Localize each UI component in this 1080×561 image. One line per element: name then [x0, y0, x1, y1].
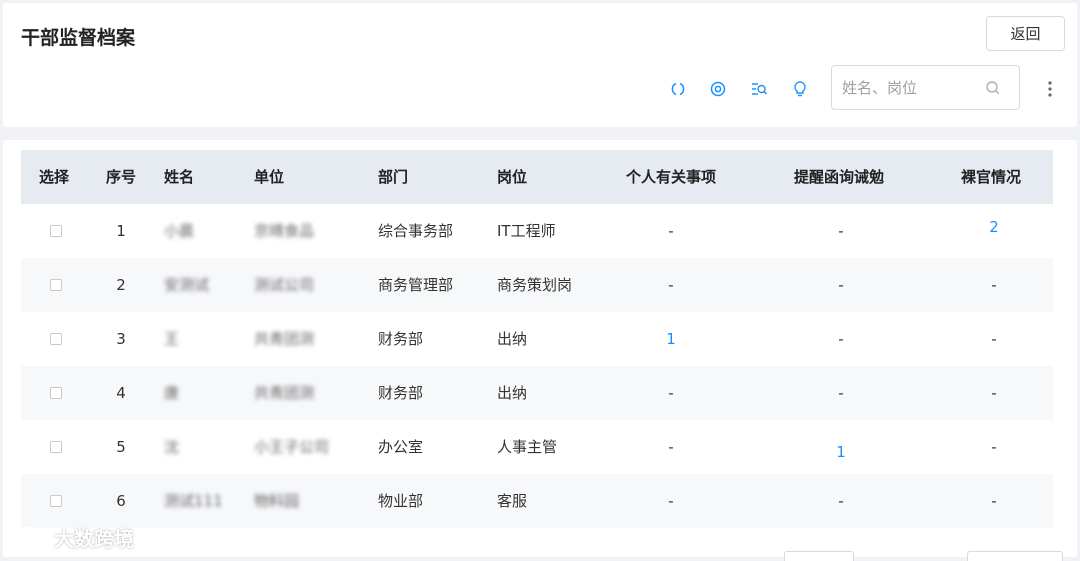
search-box	[831, 65, 1020, 110]
row-dept: 商务管理部	[378, 276, 454, 294]
row-post: 客服	[497, 492, 528, 510]
header-card: 干部监督档案 返回	[3, 3, 1077, 127]
row-naked-official: -	[991, 492, 997, 510]
table-row[interactable]: 5 沈 小王子公司 办公室 人事主管 - 1 -	[21, 420, 1053, 474]
row-personal-matters: -	[668, 222, 674, 240]
column-header-post: 岗位	[497, 168, 528, 186]
row-unit: 物料园	[254, 492, 300, 510]
row-dept: 财务部	[378, 384, 424, 402]
column-header-naked-official: 裸官情况	[961, 168, 1022, 186]
row-personal-matters: -	[668, 492, 674, 510]
watermark: 大数跨境	[8, 522, 134, 552]
row-index: 2	[116, 276, 126, 294]
row-reminder: -	[838, 492, 844, 510]
row-unit: 测试公司	[254, 276, 315, 294]
row-index: 6	[116, 492, 126, 510]
records-table: 选择 序号 姓名 单位 部门 岗位 个人有关事项 提醒函询诫勉 裸官情况 1 小…	[3, 140, 1077, 557]
pagination-control[interactable]	[967, 551, 1063, 561]
column-header-index: 序号	[106, 168, 137, 186]
column-header-personal-matters: 个人有关事项	[626, 168, 717, 186]
row-index: 1	[116, 222, 126, 240]
row-post: 商务策划岗	[497, 276, 573, 294]
row-unit: 共青团测	[254, 330, 315, 348]
column-header-name: 姓名	[164, 168, 195, 186]
table-row[interactable]: 1 小晨 京晴食品 综合事务部 IT工程师 - - 2	[21, 204, 1053, 258]
watermark-text: 大数跨境	[54, 526, 134, 551]
row-personal-matters: -	[668, 276, 674, 294]
table-header: 选择 序号 姓名 单位 部门 岗位 个人有关事项 提醒函询诫勉 裸官情况	[21, 150, 1053, 204]
search-input[interactable]	[842, 77, 982, 99]
row-checkbox[interactable]	[50, 225, 62, 237]
pagination-control[interactable]	[784, 551, 854, 561]
row-post: 出纳	[497, 330, 528, 348]
filter-search-icon[interactable]	[749, 79, 769, 99]
row-name: 小晨	[164, 222, 195, 240]
row-post: IT工程师	[497, 222, 556, 240]
table-row[interactable]: 4 唐 共青团测 财务部 出纳 - - -	[21, 366, 1053, 420]
row-personal-matters-link[interactable]: 1	[641, 312, 701, 366]
lightbulb-icon[interactable]	[790, 79, 810, 99]
row-index: 3	[116, 330, 126, 348]
row-reminder: -	[838, 384, 844, 402]
row-naked-official: -	[991, 330, 997, 348]
row-name: 王	[164, 330, 180, 348]
column-header-dept: 部门	[378, 168, 409, 186]
row-checkbox[interactable]	[50, 441, 62, 453]
row-naked-official: -	[991, 276, 997, 294]
row-personal-matters: -	[668, 438, 674, 456]
row-naked-official: -	[991, 438, 997, 456]
more-options-icon[interactable]	[1042, 79, 1058, 99]
row-dept: 办公室	[378, 438, 424, 456]
row-unit: 小王子公司	[254, 438, 330, 456]
search-icon[interactable]	[984, 79, 1002, 97]
row-unit: 京晴食品	[254, 222, 315, 240]
row-index: 5	[116, 438, 126, 456]
row-name: 沈	[164, 438, 180, 456]
row-checkbox[interactable]	[50, 387, 62, 399]
refresh-icon[interactable]	[668, 79, 688, 99]
row-index: 4	[116, 384, 126, 402]
column-header-unit: 单位	[254, 168, 285, 186]
row-post: 出纳	[497, 384, 528, 402]
row-reminder: -	[838, 222, 844, 240]
row-naked-official-link[interactable]: 2	[964, 200, 1024, 254]
row-reminder: -	[838, 276, 844, 294]
row-checkbox[interactable]	[50, 495, 62, 507]
table-row[interactable]: 6 测试111 物料园 物业部 客服 - - -	[21, 474, 1053, 528]
row-dept: 财务部	[378, 330, 424, 348]
column-header-select: 选择	[39, 168, 70, 186]
watermark-logo-icon	[9, 526, 36, 544]
row-name: 测试111	[164, 492, 223, 510]
back-button[interactable]: 返回	[986, 16, 1065, 51]
table-row[interactable]: 3 王 共青团测 财务部 出纳 1 - -	[21, 312, 1053, 366]
page-title: 干部监督档案	[21, 27, 136, 49]
row-checkbox[interactable]	[50, 279, 62, 291]
row-name: 唐	[164, 384, 180, 402]
row-checkbox[interactable]	[50, 333, 62, 345]
settings-icon[interactable]	[708, 79, 728, 99]
row-post: 人事主管	[497, 438, 558, 456]
table-row[interactable]: 2 安测试 测试公司 商务管理部 商务策划岗 - - -	[21, 258, 1053, 312]
row-dept: 综合事务部	[378, 222, 454, 240]
column-header-reminder: 提醒函询诫勉	[794, 168, 885, 186]
row-personal-matters: -	[668, 384, 674, 402]
row-reminder-link[interactable]: 1	[811, 425, 871, 479]
row-reminder: -	[838, 330, 844, 348]
row-unit: 共青团测	[254, 384, 315, 402]
row-name: 安测试	[164, 276, 210, 294]
row-naked-official: -	[991, 384, 997, 402]
row-dept: 物业部	[378, 492, 424, 510]
